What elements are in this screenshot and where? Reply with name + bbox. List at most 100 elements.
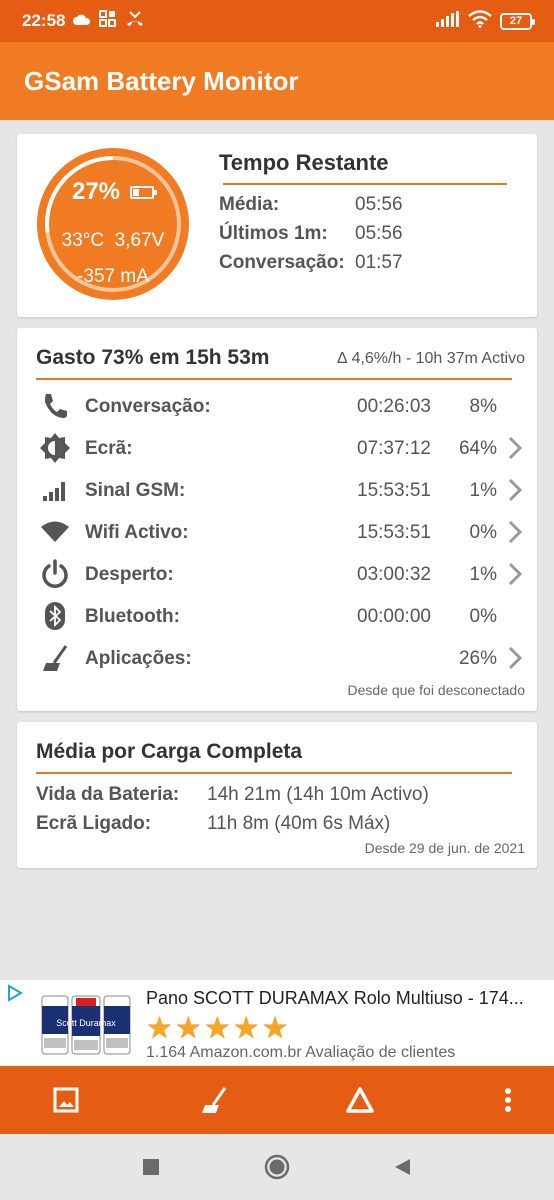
usage-title: Gasto 73% em 15h 53m [36, 346, 270, 369]
time-remaining-label: Conversação: [219, 252, 345, 273]
image-button[interactable] [48, 1082, 84, 1118]
usage-percent: 1% [469, 564, 497, 585]
home-button[interactable] [264, 1154, 290, 1180]
usage-row-awake[interactable]: Desperto: 03:00:32 1% [17, 556, 537, 598]
wifi-icon [468, 9, 492, 33]
usage-row-bluetooth: Bluetooth: 00:00:00 0% [17, 598, 537, 640]
full-charge-label: Vida da Bateria: [36, 784, 180, 805]
usage-label: Aplicações: [85, 648, 192, 669]
chevron-right-icon[interactable] [507, 646, 523, 670]
time-remaining-value: 05:56 [355, 223, 403, 244]
battery-voltage: 3,67V [114, 230, 165, 251]
usage-card: Gasto 73% em 15h 53m ∆ 4,6%/h - 10h 37m … [17, 328, 537, 711]
time-remaining-label: Últimos 1m: [219, 223, 328, 244]
usage-percent: 1% [469, 480, 497, 501]
usage-time: 03:00:32 [357, 564, 431, 585]
missed-call-icon [125, 10, 145, 33]
time-remaining-title: Tempo Restante [219, 150, 389, 175]
apps-broom-icon [39, 642, 71, 674]
back-triangle-icon [395, 1159, 410, 1175]
usage-time: 00:26:03 [357, 396, 431, 417]
time-remaining-label: Média: [219, 194, 280, 215]
usage-label: Conversação: [85, 396, 211, 417]
star-icon: ★ [232, 1012, 260, 1045]
usage-label: Wifi Activo: [85, 522, 189, 543]
app-title: GSam Battery Monitor [0, 42, 554, 120]
divider [36, 378, 512, 380]
status-bar: 22:58 27 [0, 0, 554, 42]
bluetooth-icon [39, 600, 71, 632]
product-image-text: Scott Duramax [56, 1018, 116, 1028]
battery-temperature: 33°C [61, 230, 105, 251]
full-charge-value: 14h 21m (14h 10m Activo) [207, 784, 429, 805]
product-image[interactable]: Scott Duramax [40, 988, 132, 1060]
back-button[interactable] [390, 1154, 416, 1180]
chevron-right-icon[interactable] [507, 478, 523, 502]
battery-summary-card[interactable]: 27% 33°C 3,67V -357 mA Tempo Restante Mé… [17, 134, 537, 317]
battery-percent: 27% [71, 178, 121, 205]
usage-row-gsm[interactable]: Sinal GSM: 15:53:51 1% [17, 472, 537, 514]
divider [223, 183, 507, 185]
usage-row-call: Conversação: 00:26:03 8% [17, 388, 537, 430]
usage-row-screen[interactable]: Ecrã: 07:37:12 64% [17, 430, 537, 472]
system-nav-bar [0, 1134, 554, 1200]
image-icon [53, 1087, 79, 1113]
star-icon: ★ [203, 1012, 231, 1045]
more-options-button[interactable] [490, 1082, 526, 1118]
grid-icon [99, 9, 117, 33]
star-icon: ★ [174, 1012, 202, 1045]
chevron-right-icon[interactable] [507, 562, 523, 586]
usage-time: 15:53:51 [357, 522, 431, 543]
delta-icon [346, 1087, 374, 1113]
star-icon: ★ [261, 1012, 289, 1045]
battery-small-icon [130, 185, 158, 199]
broom-icon [202, 1087, 227, 1113]
usage-since: Desde que foi desconectado [347, 682, 525, 698]
bottom-toolbar [0, 1066, 554, 1134]
apps-button[interactable] [196, 1082, 232, 1118]
signal-bars-icon [39, 474, 71, 506]
recents-button[interactable] [138, 1154, 164, 1180]
usage-time: 00:00:00 [357, 606, 431, 627]
full-charge-label: Ecrã Ligado: [36, 813, 152, 834]
usage-label: Desperto: [85, 564, 174, 585]
ad-title[interactable]: Pano SCOTT DURAMAX Rolo Multiuso - 174..… [146, 988, 524, 1009]
recents-square-icon [143, 1159, 159, 1175]
usage-percent: 8% [469, 396, 497, 417]
divider [36, 772, 512, 774]
star-icon: ★ [146, 1012, 173, 1045]
usage-percent: 26% [458, 648, 497, 669]
battery-icon: 27 [500, 12, 535, 30]
screen-brightness-icon [39, 432, 71, 464]
adchoices-icon[interactable] [6, 984, 24, 1002]
usage-row-wifi[interactable]: Wifi Activo: 15:53:51 0% [17, 514, 537, 556]
ad-banner[interactable]: Scott Duramax Pano SCOTT DURAMAX Rolo Mu… [0, 980, 554, 1066]
usage-label: Ecrã: [85, 438, 133, 459]
usage-percent: 64% [458, 438, 497, 459]
cloud-icon [73, 11, 91, 31]
time-remaining-value: 05:56 [355, 194, 403, 215]
full-charge-title: Média por Carga Completa [36, 740, 303, 763]
usage-percent: 0% [469, 606, 497, 627]
ad-subtitle: 1.164 Amazon.com.br Avaliação de cliente… [146, 1044, 456, 1061]
home-circle-icon [264, 1154, 290, 1180]
phone-icon [39, 390, 71, 422]
chevron-right-icon[interactable] [507, 436, 523, 460]
time-remaining-value: 01:57 [355, 252, 403, 273]
usage-percent: 0% [469, 522, 497, 543]
full-charge-value: 11h 8m (40m 6s Máx) [207, 813, 391, 834]
chevron-right-icon[interactable] [507, 520, 523, 544]
full-charge-since: Desde 29 de jun. de 2021 [364, 840, 525, 856]
usage-rate: ∆ 4,6%/h - 10h 37m Activo [337, 350, 525, 367]
status-time: 22:58 [22, 11, 66, 30]
power-icon [39, 558, 71, 590]
usage-time: 07:37:12 [357, 438, 431, 459]
usage-row-apps[interactable]: Aplicações: 26% [17, 640, 537, 682]
delta-button[interactable] [342, 1082, 378, 1118]
full-charge-card: Média por Carga Completa Vida da Bateria… [17, 722, 537, 868]
usage-label: Bluetooth: [85, 606, 180, 627]
usage-label: Sinal GSM: [85, 480, 186, 501]
rating-stars: ★ ★ ★ ★ ★ [146, 1014, 289, 1044]
usage-time: 15:53:51 [357, 480, 431, 501]
wifi-icon [39, 516, 71, 548]
